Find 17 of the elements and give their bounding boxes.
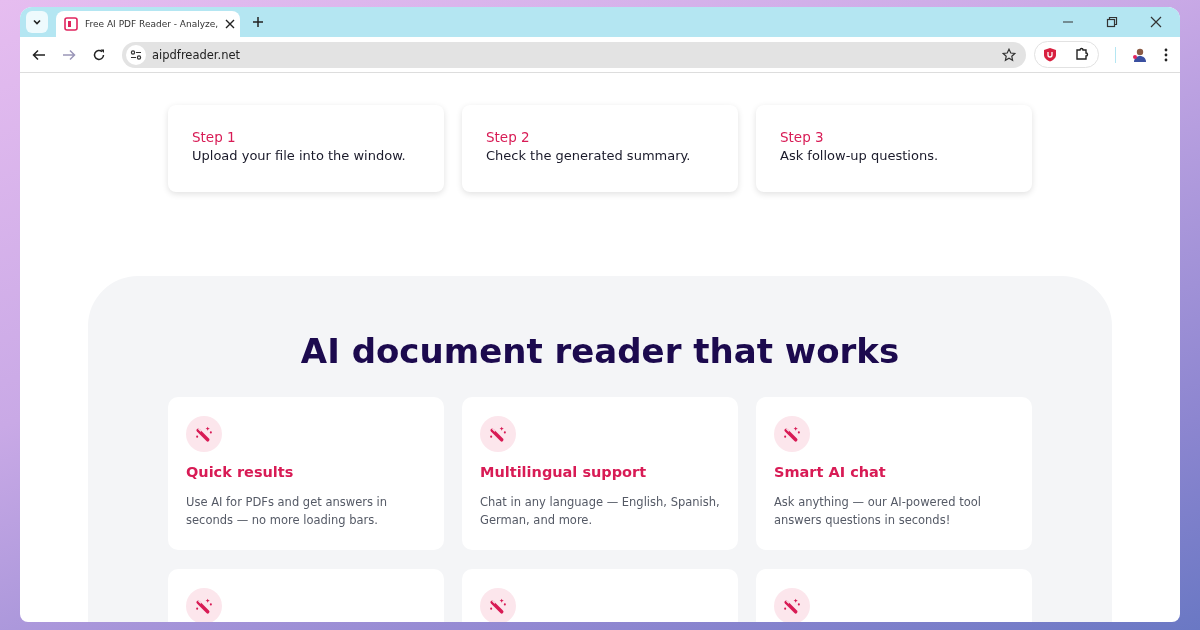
step-label: Step 2 xyxy=(486,129,531,145)
address-bar[interactable]: aipdfreader.net xyxy=(122,41,1026,68)
url-text: aipdfreader.net xyxy=(152,47,242,62)
step-text: Upload your file into the window. xyxy=(192,148,407,163)
feature-title: Smart AI chat xyxy=(774,464,887,480)
feature-description: Ask anything — our AI-powered tool answers questions in seconds! xyxy=(774,494,982,529)
step-label: Step 3 xyxy=(780,129,825,145)
tab-title: Free AI PDF Reader - Analyze, xyxy=(85,19,219,29)
step-label: Step 1 xyxy=(192,129,237,145)
feature-description: Chat in any language — English, Spanish, German, and more. xyxy=(480,494,720,529)
step-text: Check the generated summary. xyxy=(486,148,692,163)
step-text: Ask follow-up questions. xyxy=(780,148,940,163)
feature-title: Quick results xyxy=(186,464,295,480)
feature-title: Multilingual support xyxy=(480,464,648,480)
section-heading: AI document reader that works xyxy=(300,330,900,373)
feature-description: Use AI for PDFs and get answers in seconds — no more loading bars. xyxy=(186,494,389,529)
browser-tab[interactable]: Free AI PDF Reader - Analyze, xyxy=(56,11,240,37)
